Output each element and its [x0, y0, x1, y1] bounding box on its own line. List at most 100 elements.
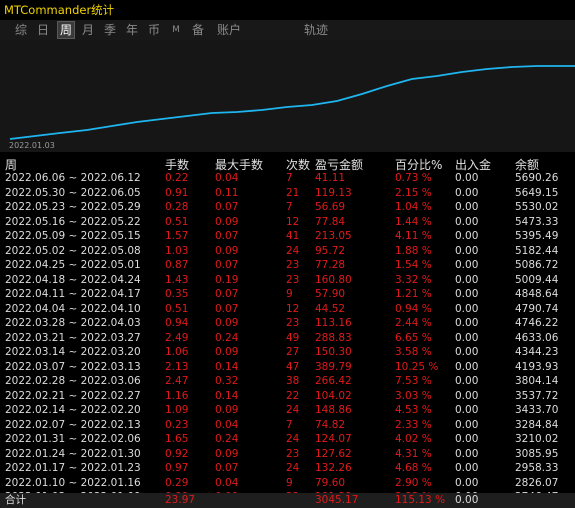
tab-week[interactable]: 周 [57, 21, 75, 39]
table-row[interactable]: 2022.01.24 ~ 2022.01.30 0.92 0.09 23 127.62 4… [0, 447, 575, 462]
cell-max-lots: 0.24 [215, 433, 239, 445]
cell-percent: 7.53 % [395, 375, 432, 387]
cell-max-lots: 0.04 [215, 172, 239, 184]
cell-lots: 0.35 [165, 288, 189, 300]
tab-month[interactable]: 月 [80, 22, 96, 38]
cell-lots: 2.49 [165, 331, 189, 344]
balance-trajectory-chart: 2022.01.03 [0, 40, 575, 152]
chart-start-date: 2022.01.03 [9, 141, 55, 150]
cell-profit: 132.26 [315, 462, 352, 474]
cell-deposit: 0.00 [455, 215, 479, 228]
cell-lots: 0.94 [165, 317, 189, 329]
cell-percent: 2.90 % [395, 476, 432, 489]
cell-lots: 2.13 [165, 360, 189, 373]
cell-count: 24 [286, 244, 300, 257]
table-row[interactable]: 2022.02.21 ~ 2022.02.27 1.16 0.14 22 104.02 3… [0, 389, 575, 404]
table-row[interactable]: 2022.02.14 ~ 2022.02.20 1.09 0.09 24 148.86 4… [0, 403, 575, 418]
cell-balance: 4790.74 [515, 302, 559, 315]
table-row[interactable]: 2022.05.16 ~ 2022.05.22 0.51 0.09 12 77.84 1.… [0, 215, 575, 230]
table-row[interactable]: 2022.04.25 ~ 2022.05.01 0.87 0.07 23 77.28 1.… [0, 258, 575, 273]
cell-profit: 213.05 [315, 230, 352, 242]
cell-count: 21 [286, 186, 300, 199]
cell-count: 7 [286, 201, 293, 213]
cell-balance: 2958.33 [515, 462, 559, 474]
table-row[interactable]: 2022.05.30 ~ 2022.06.05 0.91 0.11 21 119.13 2… [0, 186, 575, 201]
cell-profit: 44.52 [315, 302, 346, 315]
table-row[interactable]: 2022.03.28 ~ 2022.04.03 0.94 0.09 23 113.16 2… [0, 316, 575, 331]
cell-lots: 1.09 [165, 404, 189, 416]
table-row[interactable]: 2022.03.14 ~ 2022.03.20 1.06 0.09 27 150.30 3… [0, 345, 575, 360]
cell-max-lots: 0.07 [215, 302, 239, 315]
cell-deposit: 0.00 [455, 462, 479, 474]
cell-deposit: 0.00 [455, 230, 479, 242]
total-deposit: 0.00 [455, 494, 479, 506]
cell-profit: 160.80 [315, 273, 352, 286]
table-row[interactable]: 2022.06.06 ~ 2022.06.12 0.22 0.04 7 41.11 0.7… [0, 171, 575, 186]
cell-week: 2022.05.09 ~ 2022.05.15 [5, 230, 141, 242]
cell-max-lots: 0.09 [215, 244, 239, 257]
cell-week: 2022.05.23 ~ 2022.05.29 [5, 201, 141, 213]
cell-week: 2022.03.28 ~ 2022.04.03 [5, 317, 141, 329]
cell-lots: 0.28 [165, 201, 189, 213]
cell-count: 47 [286, 360, 300, 373]
tab-day[interactable]: 日 [35, 22, 51, 38]
cell-profit: 77.84 [315, 215, 346, 228]
cell-balance: 5530.02 [515, 201, 559, 213]
cell-lots: 1.06 [165, 346, 189, 358]
tab-year[interactable]: 年 [124, 22, 140, 38]
cell-lots: 0.23 [165, 418, 189, 431]
title-bar: MTCommander统计 [0, 0, 575, 20]
cell-balance: 4746.22 [515, 317, 559, 329]
cell-percent: 4.02 % [395, 433, 432, 445]
tab-trajectory[interactable]: 轨迹 [302, 22, 330, 38]
cell-max-lots: 0.04 [215, 476, 239, 489]
cell-deposit: 0.00 [455, 172, 479, 184]
cell-balance: 2826.07 [515, 476, 559, 489]
cell-percent: 1.88 % [395, 244, 432, 257]
cell-count: 27 [286, 346, 300, 358]
cell-balance: 4848.64 [515, 288, 559, 300]
table-row[interactable]: 2022.01.17 ~ 2022.01.23 0.97 0.07 24 132.26 4… [0, 461, 575, 476]
table-row[interactable]: 2022.05.09 ~ 2022.05.15 1.57 0.07 41 213.05 4… [0, 229, 575, 244]
tab-account[interactable]: 账户 [215, 22, 243, 38]
cell-deposit: 0.00 [455, 418, 479, 431]
cell-deposit: 0.00 [455, 360, 479, 373]
cell-deposit: 0.00 [455, 346, 479, 358]
tab-notes[interactable]: 备 [190, 22, 206, 38]
cell-week: 2022.05.30 ~ 2022.06.05 [5, 186, 141, 199]
cell-profit: 150.30 [315, 346, 352, 358]
cell-count: 7 [286, 418, 293, 431]
table-row[interactable]: 2022.05.02 ~ 2022.05.08 1.03 0.09 24 95.72 1.… [0, 244, 575, 259]
cell-percent: 1.04 % [395, 201, 432, 213]
cell-deposit: 0.00 [455, 201, 479, 213]
tab-quarter[interactable]: 季 [102, 22, 118, 38]
cell-profit: 57.90 [315, 288, 346, 300]
cell-profit: 127.62 [315, 447, 352, 460]
tab-currency[interactable]: 币 [146, 22, 162, 38]
cell-profit: 113.16 [315, 317, 352, 329]
table-row[interactable]: 2022.03.21 ~ 2022.03.27 2.49 0.24 49 288.83 6… [0, 331, 575, 346]
cell-max-lots: 0.07 [215, 288, 239, 300]
table-row[interactable]: 2022.03.07 ~ 2022.03.13 2.13 0.14 47 389.79 1… [0, 360, 575, 375]
table-row[interactable]: 2022.02.28 ~ 2022.03.06 2.47 0.32 38 266.42 7… [0, 374, 575, 389]
table-row[interactable]: 2022.04.11 ~ 2022.04.17 0.35 0.07 9 57.90 1.2… [0, 287, 575, 302]
cell-percent: 4.31 % [395, 447, 432, 460]
cell-max-lots: 0.14 [215, 389, 239, 402]
table-row[interactable]: 2022.01.10 ~ 2022.01.16 0.29 0.04 9 79.60 2.9… [0, 476, 575, 491]
tab-m[interactable]: M [169, 22, 183, 38]
cell-max-lots: 0.24 [215, 331, 239, 344]
cell-max-lots: 0.09 [215, 404, 239, 416]
table-row[interactable]: 2022.05.23 ~ 2022.05.29 0.28 0.07 7 56.69 1.0… [0, 200, 575, 215]
table-row[interactable]: 2022.04.18 ~ 2022.04.24 1.43 0.19 23 160.80 3… [0, 273, 575, 288]
table-row[interactable]: 2022.02.07 ~ 2022.02.13 0.23 0.04 7 74.82 2.3… [0, 418, 575, 433]
cell-count: 49 [286, 331, 300, 344]
cell-count: 41 [286, 230, 300, 242]
tab-overview[interactable]: 综 [13, 22, 29, 38]
cell-count: 23 [286, 317, 300, 329]
cell-deposit: 0.00 [455, 186, 479, 199]
cell-percent: 3.03 % [395, 389, 432, 402]
table-row[interactable]: 2022.01.31 ~ 2022.02.06 1.65 0.24 24 124.07 4… [0, 432, 575, 447]
cell-balance: 3804.14 [515, 375, 559, 387]
cell-balance: 5086.72 [515, 259, 559, 271]
table-row[interactable]: 2022.04.04 ~ 2022.04.10 0.51 0.07 12 44.52 0.… [0, 302, 575, 317]
